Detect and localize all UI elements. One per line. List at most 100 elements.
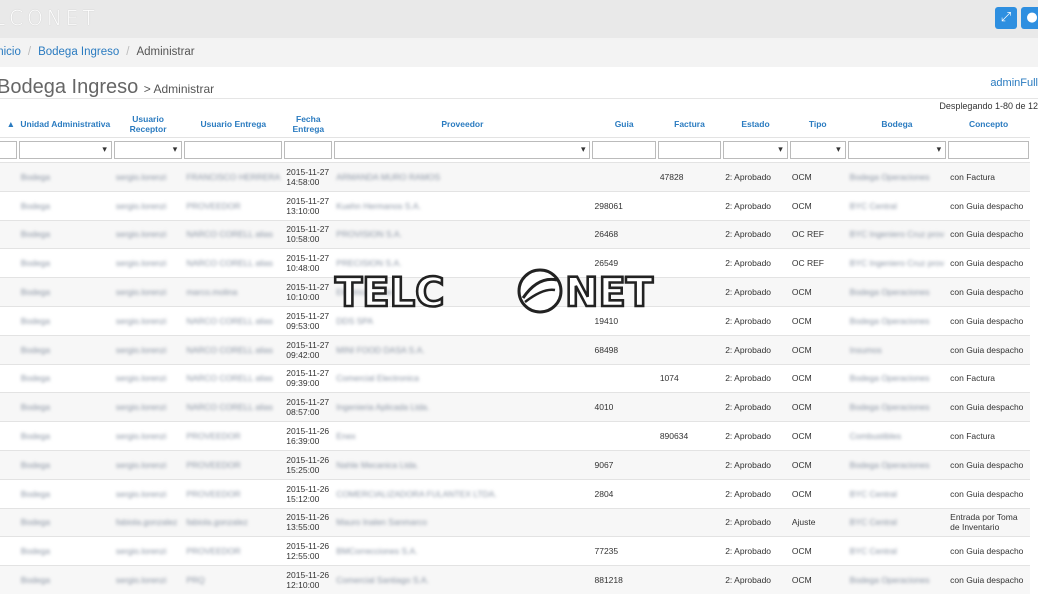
cell-bodega-text: BYC Ingeniero Cruz prov: [849, 258, 945, 269]
cell-estado: 2: Aprobado: [722, 421, 789, 451]
table-row[interactable]: Bodega sergio.lorenzi NARCO CORELL alias 20…: [0, 219, 1030, 249]
filter-select-bodega[interactable]: [847, 141, 947, 159]
cell-receptor: sergio.lorenzi: [112, 536, 184, 566]
table-row[interactable]: Bodega sergio.lorenzi PRQ 2015-11-26 12:10:0…: [0, 565, 1030, 594]
column-header-tipo[interactable]: Tipo: [789, 110, 847, 138]
cell-factura: [656, 536, 723, 566]
cell-tipo: OCM: [788, 449, 847, 480]
table-row[interactable]: Bodega sergio.lorenzi marco.molina 2015-11-…: [0, 277, 1030, 307]
cell-proveedor-text: ARMANDA MURO RAMOS: [336, 171, 441, 182]
cell-checkbox: [0, 421, 18, 451]
cell-proveedor: BMCorrecciones S.A.: [333, 536, 592, 566]
fecha-date: 2015-11-27: [286, 166, 330, 177]
cell-entrega: NARCO CORELL alias: [183, 363, 284, 393]
cell-proveedor-text: Nahle Mecanica Ltda.: [336, 459, 419, 470]
cell-concepto: con Guia despacho: [947, 449, 1030, 480]
table-row[interactable]: Bodega sergio.lorenzi PROVEEDOR 2015-11-27 1…: [0, 190, 1030, 221]
breadcrumb-bodega-ingreso[interactable]: Bodega Ingreso: [38, 46, 119, 58]
sort-asc-icon: ▲: [6, 118, 16, 129]
column-header-unidad-administrativa[interactable]: Unidad Administrativa: [18, 110, 113, 138]
cell-bodega: Bodega Operaciones: [846, 392, 948, 422]
column-header-concepto[interactable]: Concepto: [947, 110, 1030, 138]
table-row[interactable]: Bodega sergio.lorenzi FRANCISCO HERRERA 201…: [0, 162, 1030, 192]
cell-unidad-text: Bodega: [20, 373, 51, 384]
filter-input-entrega[interactable]: [184, 141, 283, 159]
filter-select-estado[interactable]: [723, 141, 788, 159]
table-row[interactable]: Bodega sergio.lorenzi PROVEEDOR 2015-11-26 1…: [0, 478, 1030, 509]
table-row[interactable]: Bodega sergio.lorenzi NARCO CORELL alias 20…: [0, 305, 1030, 336]
cell-concepto: con Guia despacho: [947, 334, 1030, 365]
cell-tipo: OCM: [788, 565, 847, 594]
cell-concepto: con Guia despacho: [947, 248, 1030, 278]
cell-bodega-text: Insumos: [849, 344, 882, 355]
breadcrumb-separator: /: [27, 46, 32, 58]
column-header-fecha-entrega[interactable]: Fecha Entrega: [283, 110, 333, 138]
filter-select-tipo[interactable]: [789, 141, 846, 159]
column-header-usuario-receptor[interactable]: Usuario Receptor: [113, 110, 183, 138]
cell-concepto-text: con Guia despacho: [950, 402, 1024, 413]
cell-entrega-text: PROVEEDOR: [186, 488, 241, 499]
cell-unidad-text: Bodega: [20, 287, 51, 298]
cell-unidad-text: Bodega: [20, 575, 51, 586]
table-row[interactable]: Bodega sergio.lorenzi NARCO CORELL alias 20…: [0, 363, 1030, 393]
table-row[interactable]: Bodega sergio.lorenzi PROVEEDOR 2015-11-26 1…: [0, 536, 1030, 566]
table-row[interactable]: Bodega sergio.lorenzi NARCO CORELL alias 20…: [0, 392, 1030, 422]
column-header-usuario-entrega[interactable]: Usuario Entrega: [183, 110, 283, 138]
filter-select-receptor[interactable]: [113, 141, 183, 159]
cell-unidad: Bodega: [17, 334, 113, 365]
cell-bodega-text: Bodega Operaciones: [849, 287, 930, 298]
user-icon[interactable]: ●: [1021, 7, 1038, 29]
cell-estado: 2: Aprobado: [722, 305, 789, 336]
cell-unidad-text: Bodega: [20, 431, 51, 442]
cell-proveedor-text: MINI FOOD DASA S.A.: [336, 344, 425, 355]
cell-concepto: con Guia despacho: [947, 305, 1030, 336]
cell-concepto-text: con Guia despacho: [950, 315, 1024, 326]
column-header-estado[interactable]: Estado: [722, 110, 789, 138]
column-header-sort[interactable]: ▲: [0, 110, 18, 138]
filter-input-fecha[interactable]: [284, 141, 333, 159]
filter-input-id[interactable]: [0, 141, 17, 159]
cell-estado-text: 2: Aprobado: [725, 517, 772, 528]
cell-entrega-text: NARCO CORELL alias: [186, 373, 273, 384]
cell-concepto-text: con Guia despacho: [950, 546, 1024, 557]
cell-tipo: OCM: [788, 190, 847, 221]
cell-receptor: sergio.lorenzi: [112, 565, 184, 594]
cell-unidad: Bodega: [17, 421, 113, 451]
column-header-factura[interactable]: Factura: [657, 110, 722, 138]
user-link[interactable]: adminFull: [990, 77, 1038, 89]
fecha-date: 2015-11-27: [286, 253, 330, 264]
fullscreen-icon[interactable]: ⤢: [995, 7, 1017, 29]
cell-unidad-text: Bodega: [20, 344, 51, 355]
cell-bodega-text: BYC Central: [849, 200, 897, 211]
breadcrumb-home[interactable]: Inicio: [0, 46, 21, 58]
filter-select-unidad[interactable]: [18, 141, 112, 159]
cell-concepto-text: con Guia despacho: [950, 575, 1024, 586]
app-logo[interactable]: LCONET: [0, 6, 99, 30]
cell-checkbox: [0, 277, 18, 307]
column-header-proveedor[interactable]: Proveedor: [333, 110, 591, 138]
column-header-bodega[interactable]: Bodega: [847, 110, 948, 138]
fecha-time: 12:10:00: [286, 580, 320, 591]
cell-estado-text: 2: Aprobado: [725, 402, 772, 413]
fecha-date: 2015-11-27: [286, 397, 330, 408]
column-header-guia[interactable]: Guia: [591, 110, 656, 138]
filter-input-concepto[interactable]: [948, 141, 1029, 159]
filter-input-guia[interactable]: [592, 141, 656, 159]
cell-entrega: PRQ: [183, 565, 284, 594]
cell-bodega-text: Bodega Operaciones: [849, 315, 930, 326]
cell-fecha: 2015-11-26 16:39:00: [283, 421, 334, 451]
fecha-date: 2015-11-26: [286, 541, 330, 552]
cell-estado-text: 2: Aprobado: [725, 344, 772, 355]
table-row[interactable]: Bodega sergio.lorenzi PROVEEDOR 2015-11-26 1…: [0, 421, 1030, 451]
table-row[interactable]: Bodega sergio.lorenzi PROVEEDOR 2015-11-26 1…: [0, 449, 1030, 480]
cell-unidad: Bodega: [17, 478, 113, 509]
table-row[interactable]: Bodega sergio.lorenzi NARCO CORELL alias 20…: [0, 248, 1030, 278]
cell-receptor-text: sergio.lorenzi: [115, 229, 167, 240]
table-row[interactable]: Bodega fabiola.gonzalez fabiola.gonzalez 20…: [0, 507, 1030, 537]
filter-select-proveedor[interactable]: [334, 141, 591, 159]
cell-fecha: 2015-11-26 12:55:00: [283, 536, 334, 566]
cell-unidad-text: Bodega: [20, 517, 51, 528]
table-row[interactable]: Bodega sergio.lorenzi NARCO CORELL alias 20…: [0, 334, 1030, 365]
cell-proveedor: PROVISION S.A.: [333, 219, 592, 249]
filter-input-factura[interactable]: [657, 141, 722, 159]
